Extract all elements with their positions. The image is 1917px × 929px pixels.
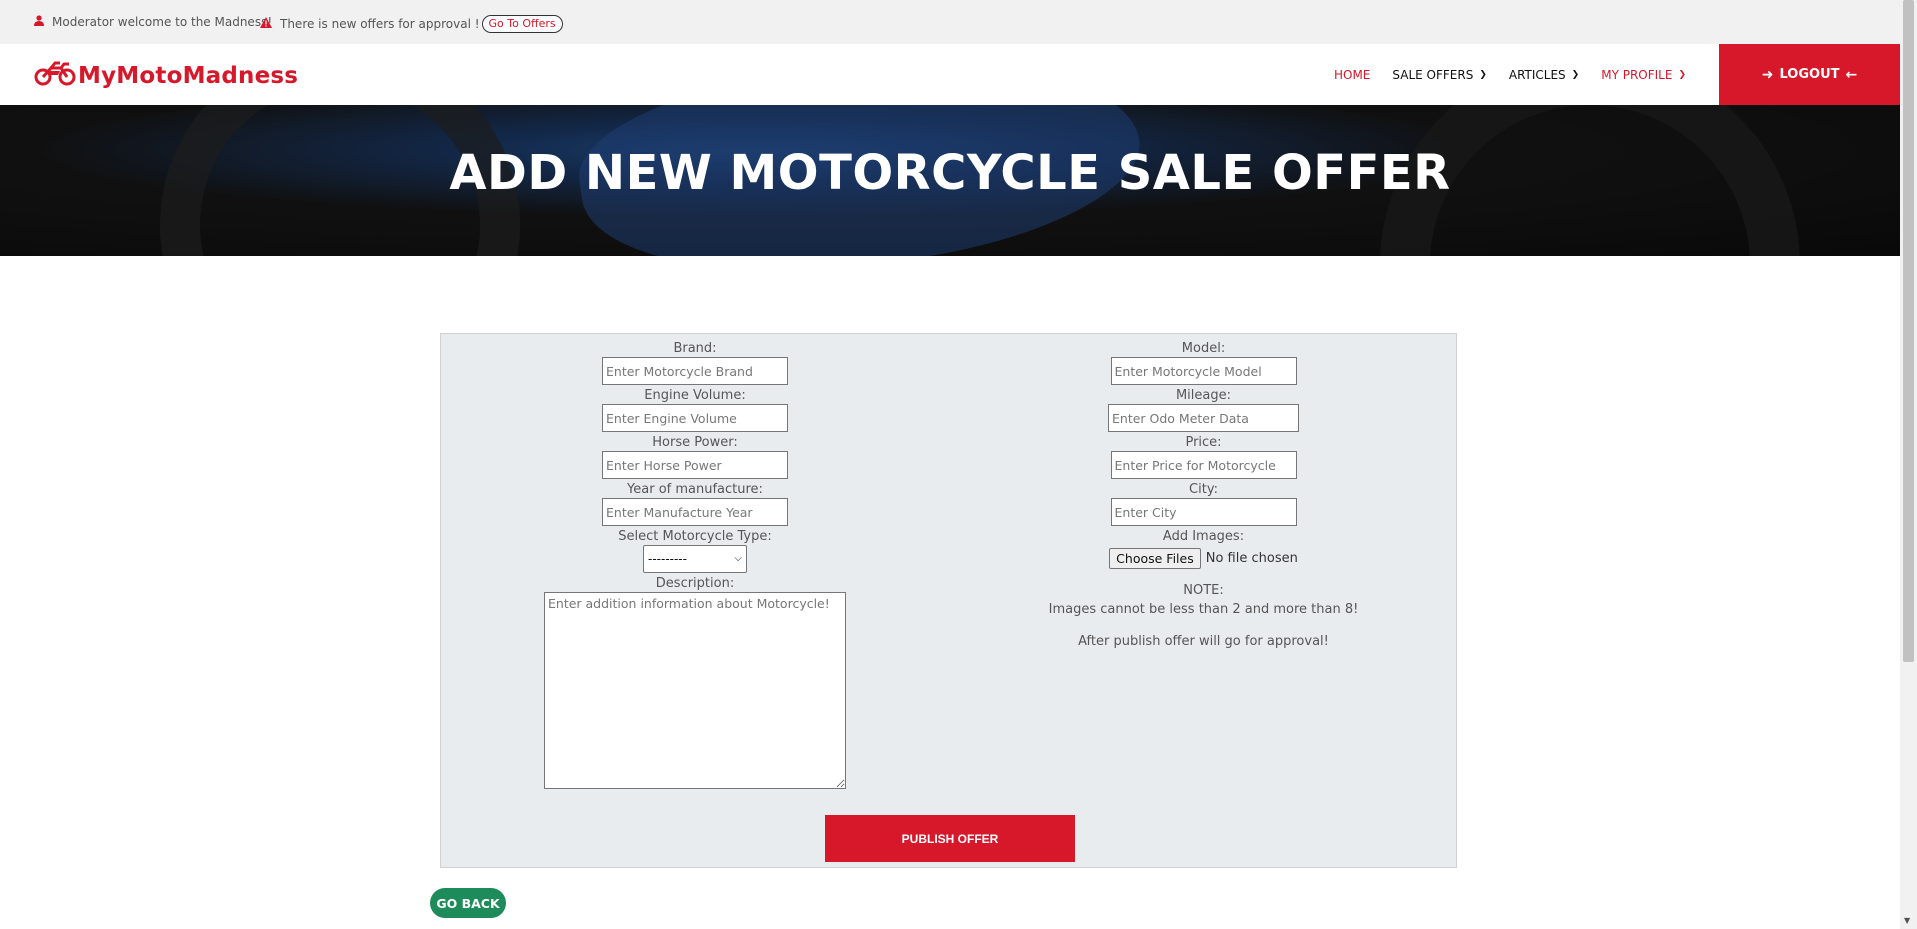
nav-sale-offers-label: SALE OFFERS: [1392, 67, 1474, 82]
mileage-label: Mileage:: [1175, 388, 1232, 403]
note-approval: After publish offer will go for approval…: [1078, 634, 1329, 649]
logout-button[interactable]: ➜ LOGOUT ←: [1719, 44, 1900, 105]
nav-articles-label: ARTICLES: [1508, 67, 1566, 82]
price-label: Price:: [1185, 435, 1222, 450]
nav-links: HOME SALE OFFERS ❯ ARTICLES ❯ MY PROFILE ❯: [1312, 44, 1686, 105]
nav-my-profile-label: MY PROFILE: [1601, 67, 1673, 82]
motorcycle-type-select[interactable]: --------- ⌵: [643, 545, 747, 573]
price-input[interactable]: [1110, 451, 1297, 479]
go-back-button[interactable]: GO BACK: [430, 888, 506, 918]
note-images: Images cannot be less than 2 and more th…: [1048, 602, 1359, 617]
description-label: Description:: [655, 576, 735, 591]
brand-input[interactable]: [602, 357, 788, 385]
brand-label: Brand:: [673, 341, 717, 356]
top-bar: Moderator welcome to the Madness! There …: [0, 0, 1900, 44]
chevron-down-icon: ⌵: [734, 553, 742, 564]
main-navbar: MyMotoMadness HOME SALE OFFERS ❯ ARTICLES…: [0, 44, 1900, 105]
nav-home[interactable]: HOME: [1334, 68, 1370, 82]
form-right-column: Model: Mileage: Price: City: Add Images:…: [949, 334, 1458, 651]
motorcycle-type-label: Select Motorcycle Type:: [618, 529, 772, 544]
horse-power-label: Horse Power:: [652, 435, 738, 450]
description-textarea[interactable]: [544, 592, 846, 789]
nav-home-label: HOME: [1333, 67, 1371, 82]
logout-label: LOGOUT: [1779, 67, 1840, 82]
model-input[interactable]: [1110, 357, 1297, 385]
arrow-left-icon: ←: [1845, 66, 1858, 83]
choose-files-button[interactable]: Choose Files: [1109, 547, 1201, 569]
nav-my-profile[interactable]: MY PROFILE ❯: [1601, 68, 1686, 82]
page-title: ADD NEW MOTORCYCLE SALE OFFER: [449, 145, 1451, 201]
city-input[interactable]: [1110, 498, 1297, 526]
chevron-down-icon: ❯: [1479, 69, 1487, 80]
form-left-column: Brand: Engine Volume: Horse Power: Year …: [441, 334, 949, 789]
year-input[interactable]: [602, 498, 788, 526]
nav-sale-offers[interactable]: SALE OFFERS ❯: [1392, 68, 1486, 82]
add-images-label: Add Images:: [1162, 529, 1245, 544]
welcome-text: Moderator welcome to the Madness!: [52, 15, 273, 29]
engine-volume-label: Engine Volume:: [644, 388, 746, 403]
sale-offer-form: Brand: Engine Volume: Horse Power: Year …: [440, 333, 1457, 868]
warning-icon: [260, 17, 272, 31]
motorcycle-icon: [34, 60, 78, 92]
alert-text: There is new offers for approval !: [280, 17, 480, 31]
file-status: No file chosen: [1205, 550, 1298, 566]
city-label: City:: [1189, 482, 1218, 497]
nav-articles[interactable]: ARTICLES ❯: [1509, 68, 1579, 82]
welcome-message: Moderator welcome to the Madness!: [34, 15, 272, 29]
image-file-picker: Choose Files No file chosen: [949, 545, 1458, 571]
arrow-right-icon: ➜: [1761, 66, 1774, 83]
user-icon: [34, 15, 44, 29]
approval-alert: There is new offers for approval ! Go To…: [260, 15, 563, 33]
note-title: NOTE:: [1183, 583, 1224, 598]
engine-volume-input[interactable]: [602, 404, 788, 432]
chevron-down-icon: ❯: [1678, 69, 1686, 80]
horse-power-input[interactable]: [602, 451, 788, 479]
page-scrollbar[interactable]: ▼: [1900, 0, 1917, 929]
brand-logo[interactable]: MyMotoMadness: [34, 60, 298, 92]
go-to-offers-link[interactable]: Go To Offers: [481, 15, 563, 33]
model-label: Model:: [1181, 341, 1226, 356]
brand-name: MyMotoMadness: [78, 63, 299, 89]
scrollbar-thumb[interactable]: [1903, 0, 1914, 662]
mileage-input[interactable]: [1108, 404, 1299, 432]
hero-banner: ADD NEW MOTORCYCLE SALE OFFER: [0, 105, 1900, 256]
year-label: Year of manufacture:: [627, 482, 763, 497]
motorcycle-type-selected: ---------: [648, 552, 687, 566]
publish-offer-button[interactable]: PUBLISH OFFER: [825, 815, 1075, 862]
chevron-down-icon: ❯: [1571, 69, 1580, 80]
scroll-down-icon[interactable]: ▼: [1904, 916, 1910, 925]
